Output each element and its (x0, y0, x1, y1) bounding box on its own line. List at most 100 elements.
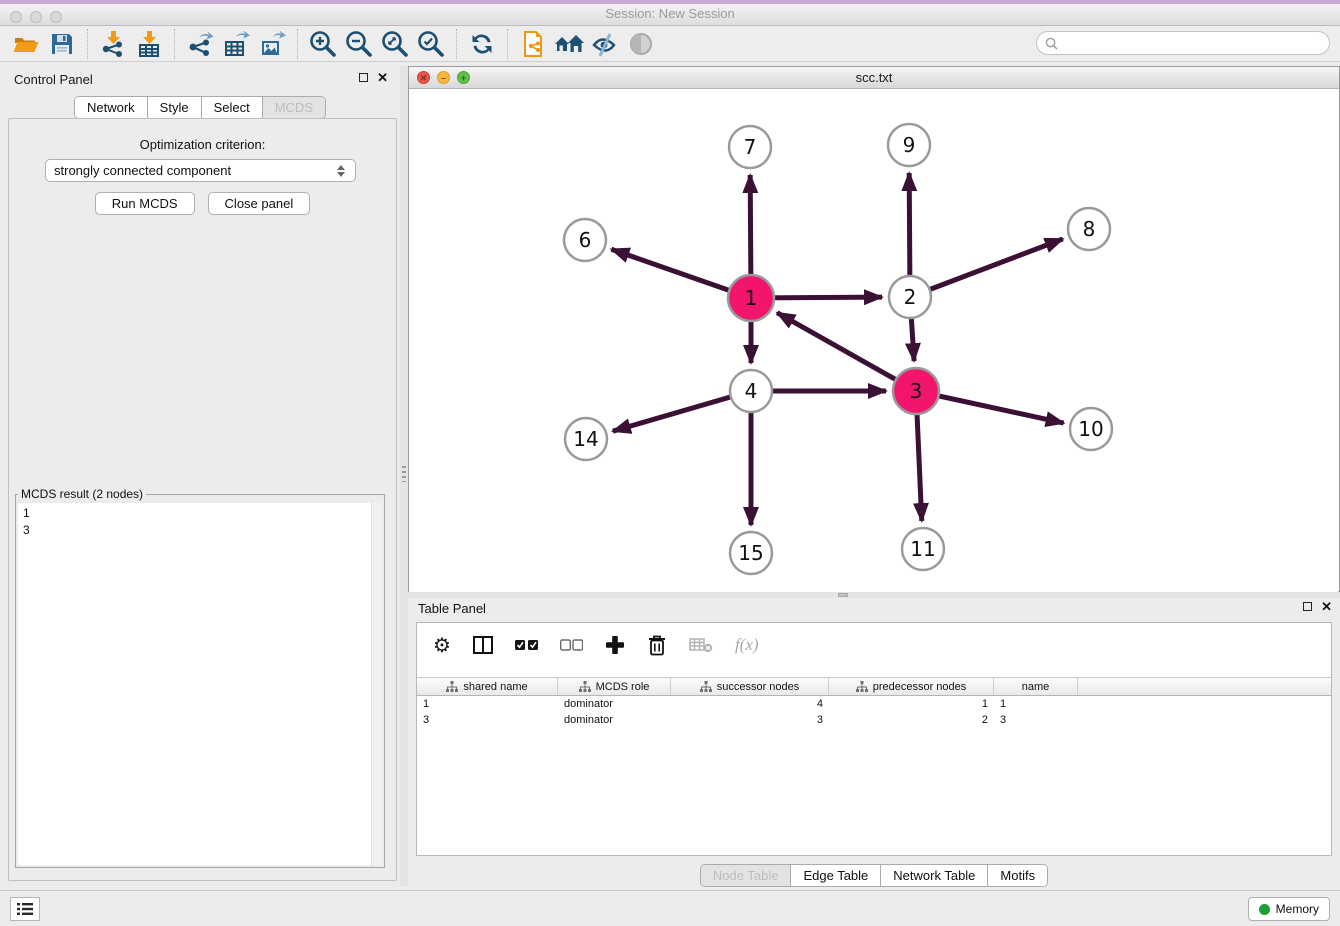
cell-shared-name[interactable]: 3 (417, 714, 558, 726)
run-mcds-button[interactable]: Run MCDS (95, 192, 195, 215)
trash-icon (647, 634, 667, 656)
cell-predecessor-nodes[interactable]: 2 (829, 714, 994, 726)
list-icon (17, 902, 33, 916)
graph-node-label-4: 4 (745, 379, 758, 403)
table-row[interactable]: 3 dominator 3 2 3 (417, 712, 1331, 728)
function-builder-button[interactable]: f(x) (735, 635, 759, 655)
tab-node-table[interactable]: Node Table (701, 865, 792, 886)
graph-node-label-10: 10 (1078, 417, 1103, 441)
split-panel-button[interactable] (473, 636, 493, 654)
criterion-dropdown[interactable]: strongly connected component (45, 159, 356, 182)
export-image-button[interactable] (254, 28, 290, 60)
close-panel-button[interactable]: Close panel (208, 192, 311, 215)
refresh-view-button[interactable] (464, 28, 500, 60)
cell-mcds-role[interactable]: dominator (558, 714, 671, 726)
result-scrollbar[interactable] (371, 503, 382, 865)
node-table: shared name MCDS role successor nodes pr… (417, 677, 1331, 728)
table-row[interactable]: 1 dominator 4 1 1 (417, 696, 1331, 712)
unchecked-boxes-icon (560, 639, 583, 651)
mcds-result-area[interactable]: 1 3 (18, 503, 382, 865)
column-header-successor-nodes[interactable]: successor nodes (671, 678, 829, 695)
table-panel-body: ⚙ (416, 622, 1332, 856)
preview-mode-button[interactable] (623, 28, 659, 60)
gear-icon: ⚙ (433, 633, 451, 658)
table-panel-tabs: Node Table Edge Table Network Table Moti… (408, 864, 1340, 887)
cell-name[interactable]: 3 (994, 714, 1078, 726)
column-header-name[interactable]: name (994, 678, 1078, 695)
tab-mcds[interactable]: MCDS (263, 97, 325, 118)
home-button[interactable] (551, 28, 587, 60)
float-panel-icon[interactable] (359, 73, 368, 82)
tab-network-table[interactable]: Network Table (881, 865, 988, 886)
graph-node-label-9: 9 (903, 133, 916, 157)
add-column-button[interactable] (605, 635, 625, 655)
memory-button[interactable]: Memory (1248, 897, 1330, 921)
splitter-handle[interactable] (838, 593, 848, 597)
splitter-handle[interactable] (402, 466, 406, 482)
save-session-button[interactable] (44, 28, 80, 60)
save-icon (49, 31, 75, 57)
close-panel-icon[interactable]: ✕ (377, 72, 388, 83)
tab-network[interactable]: Network (75, 97, 148, 118)
close-panel-icon[interactable]: ✕ (1321, 601, 1332, 612)
table-settings-button[interactable]: ⚙ (433, 633, 451, 658)
open-session-button[interactable] (8, 28, 44, 60)
graph-node-label-6: 6 (579, 228, 592, 252)
hierarchy-icon (856, 681, 868, 693)
table-panel-title: Table Panel (418, 601, 486, 616)
home-icon (553, 30, 585, 58)
import-network-button[interactable] (95, 28, 131, 60)
delete-table-icon (689, 637, 713, 653)
control-panel-title: Control Panel (14, 72, 93, 87)
cell-successor-nodes[interactable]: 3 (671, 714, 829, 726)
tab-edge-table[interactable]: Edge Table (791, 865, 881, 886)
zoom-selected-button[interactable] (413, 28, 449, 60)
tab-style[interactable]: Style (148, 97, 202, 118)
tab-select[interactable]: Select (202, 97, 263, 118)
export-network-button[interactable] (182, 28, 218, 60)
cell-predecessor-nodes[interactable]: 1 (829, 698, 994, 710)
import-table-button[interactable] (131, 28, 167, 60)
cell-successor-nodes[interactable]: 4 (671, 698, 829, 710)
network-canvas[interactable]: 7968124314101511 (409, 89, 1338, 592)
select-all-rows-button[interactable] (515, 639, 538, 651)
zoom-in-button[interactable] (305, 28, 341, 60)
export-image-icon (257, 29, 287, 59)
table-toolbar: ⚙ (417, 623, 1331, 667)
network-window-titlebar[interactable]: ✕ – + scc.txt (409, 67, 1339, 89)
table-header-row: shared name MCDS role successor nodes pr… (417, 677, 1331, 696)
cell-shared-name[interactable]: 1 (417, 698, 558, 710)
network-window-title: scc.txt (409, 70, 1339, 85)
zoom-fit-button[interactable] (377, 28, 413, 60)
export-table-button[interactable] (218, 28, 254, 60)
toolbar-separator (507, 29, 508, 59)
open-folder-icon (12, 30, 40, 58)
tab-motifs[interactable]: Motifs (988, 865, 1047, 886)
column-header-predecessor-nodes[interactable]: predecessor nodes (829, 678, 994, 695)
graph-edge-2-8[interactable] (910, 239, 1063, 297)
column-header-mcds-role[interactable]: MCDS role (558, 678, 671, 695)
float-panel-icon[interactable] (1303, 602, 1312, 611)
hide-panels-button[interactable] (587, 28, 623, 60)
task-history-button[interactable] (10, 897, 40, 921)
toolbar-separator (297, 29, 298, 59)
optimization-criterion-label: Optimization criterion: (9, 137, 396, 152)
graph-node-label-14: 14 (573, 427, 598, 451)
dropdown-stepper-icon (337, 165, 345, 177)
zoom-in-icon (308, 29, 338, 59)
zoom-selected-icon (416, 29, 446, 59)
search-input[interactable] (1063, 35, 1321, 51)
cell-mcds-role[interactable]: dominator (558, 698, 671, 710)
search-box[interactable] (1036, 31, 1330, 55)
deselect-all-rows-button[interactable] (560, 639, 583, 651)
refresh-icon (468, 30, 496, 58)
zoom-out-button[interactable] (341, 28, 377, 60)
delete-table-button[interactable] (689, 637, 713, 653)
control-panel-tabs: Network Style Select MCDS (0, 96, 400, 119)
vertical-splitter[interactable] (400, 66, 408, 886)
column-header-shared-name[interactable]: shared name (417, 678, 558, 695)
delete-column-button[interactable] (647, 634, 667, 656)
app-titlebar: Session: New Session (0, 0, 1340, 26)
new-network-from-file-button[interactable] (515, 28, 551, 60)
cell-name[interactable]: 1 (994, 698, 1078, 710)
